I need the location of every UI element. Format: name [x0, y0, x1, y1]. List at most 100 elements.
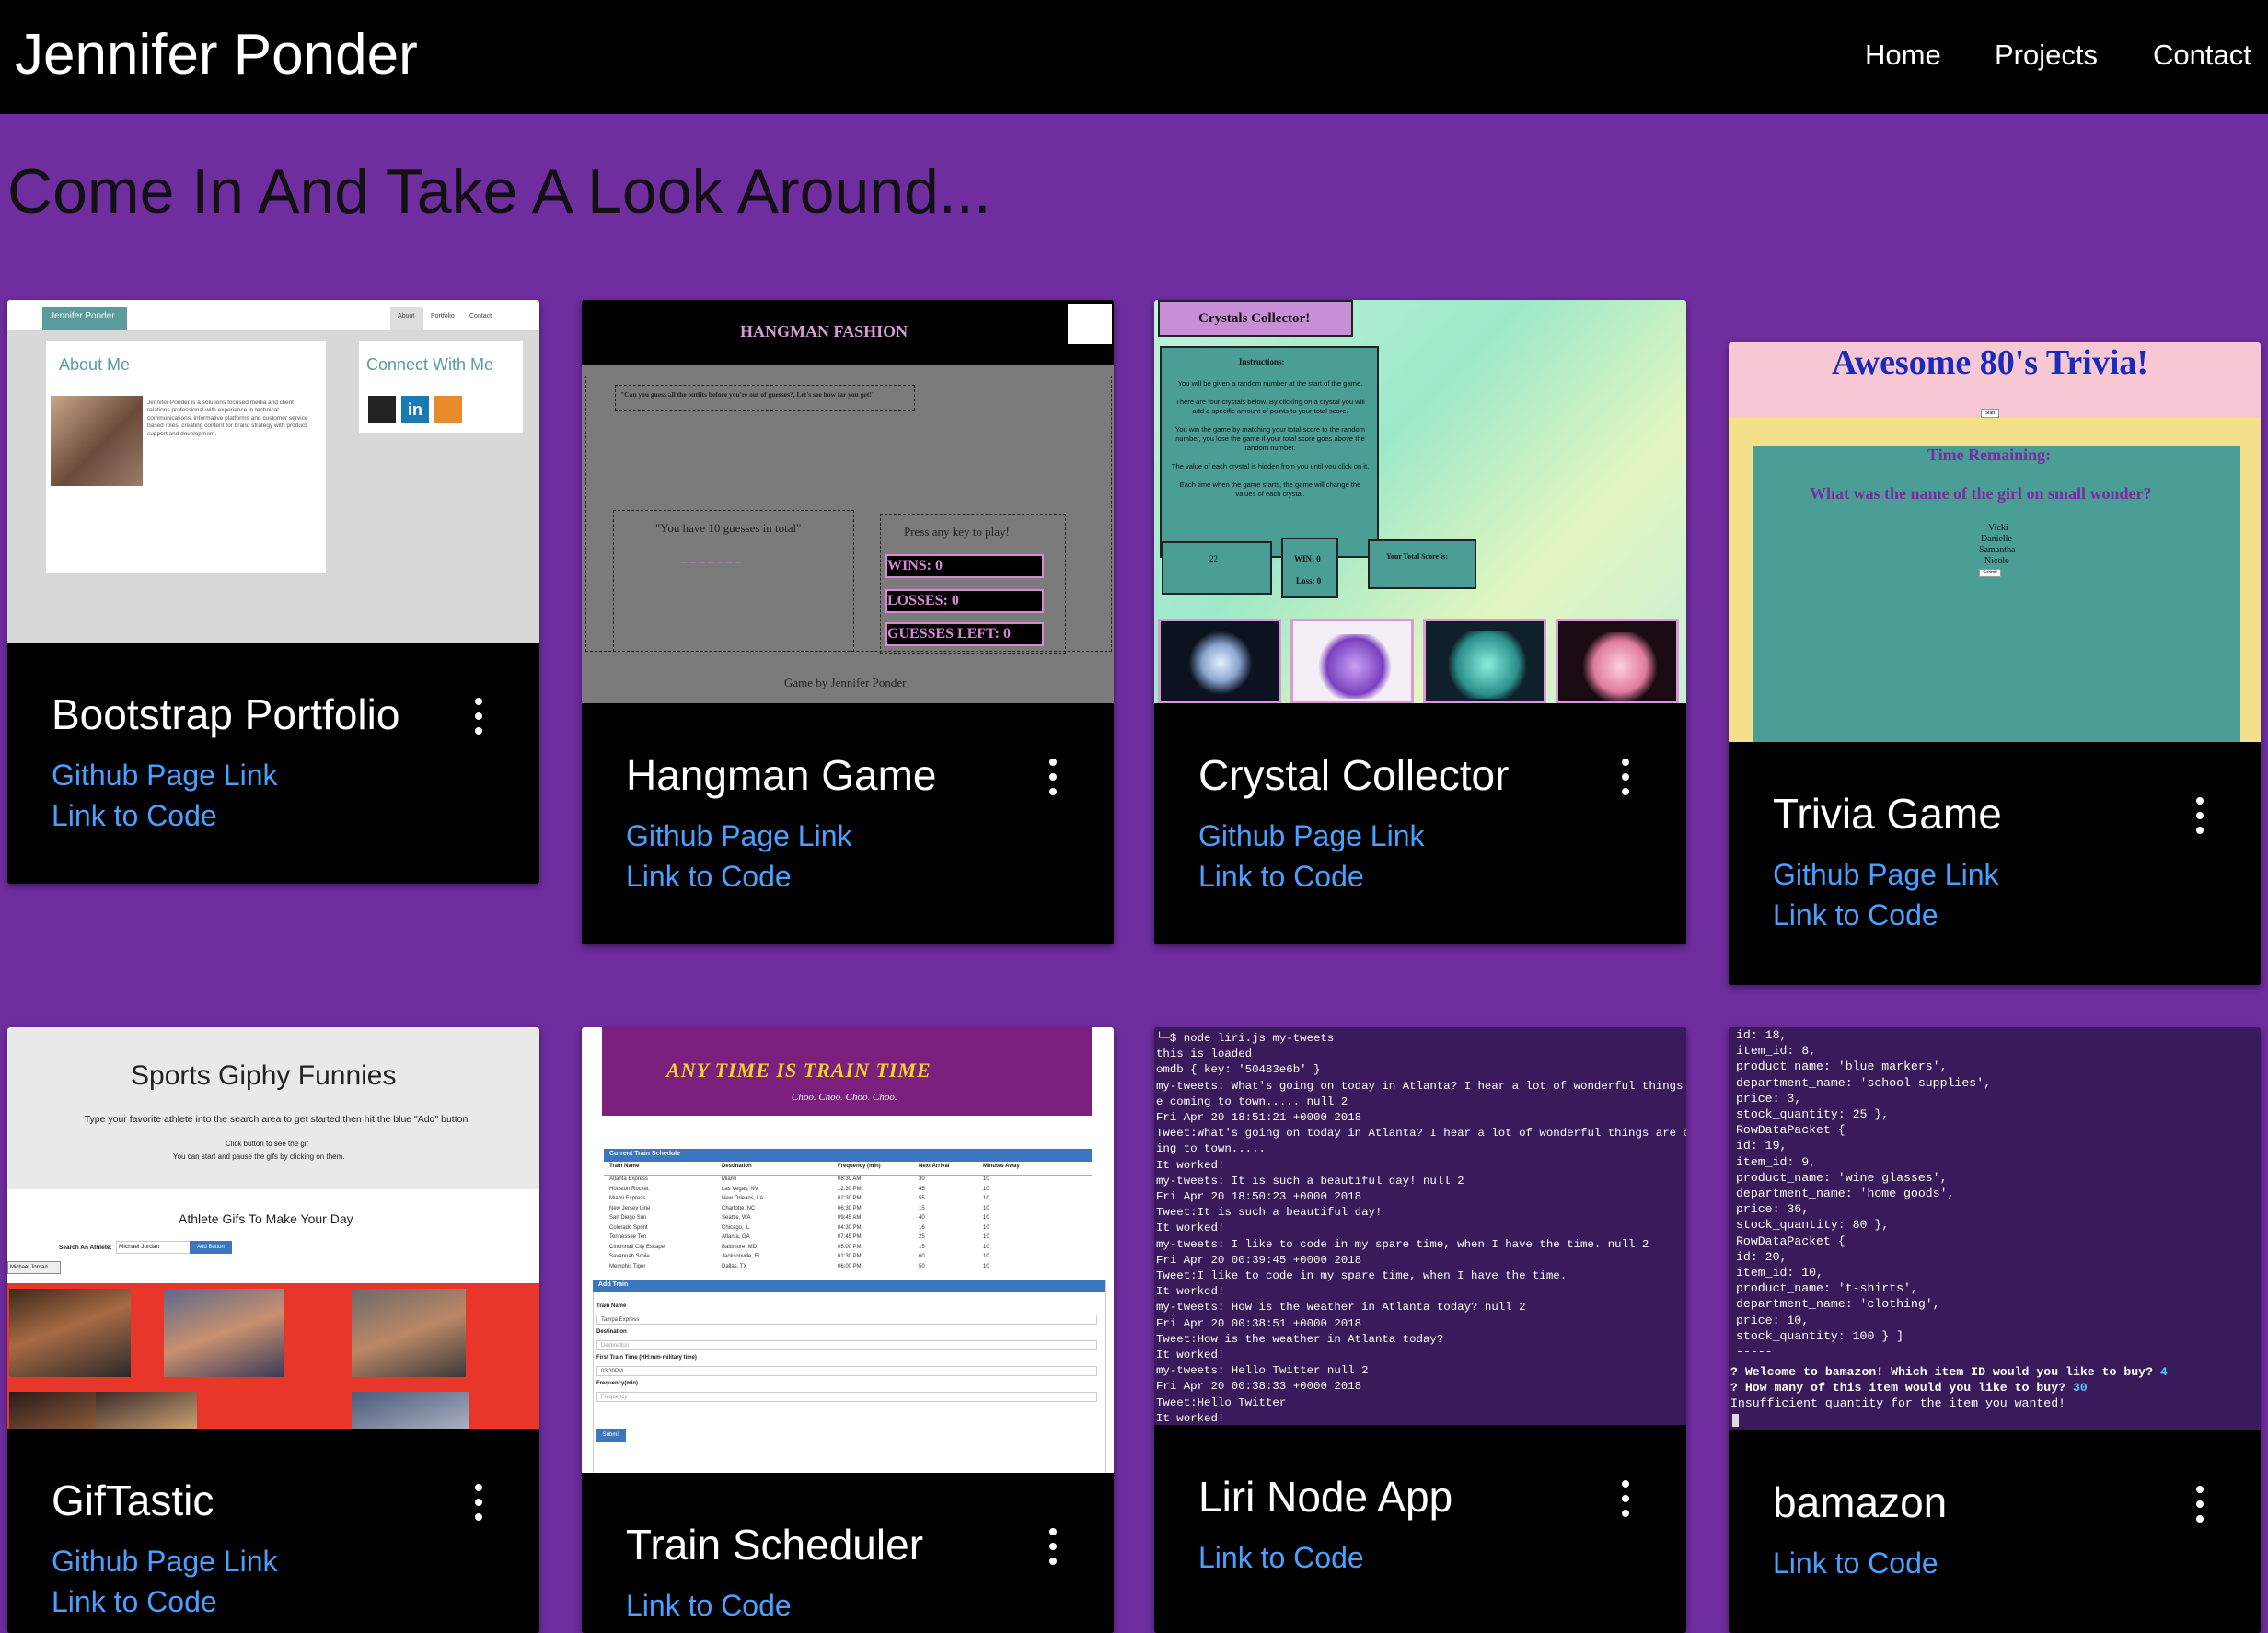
terminal-line: product_name: 't-shirts',	[1736, 1281, 1918, 1296]
github-page-link[interactable]: Github Page Link	[1198, 817, 1425, 854]
terminal-line: Fri Apr 20 00:39:45 +0000 2018	[1156, 1253, 1362, 1267]
table-cell: Chicago, IL	[722, 1224, 750, 1231]
profile-photo	[51, 396, 143, 486]
preview-giphy-add-button: Add Button	[190, 1241, 232, 1254]
more-options-icon[interactable]	[1049, 1528, 1057, 1565]
preview-giphy-chip: Michael Jordan	[7, 1261, 61, 1274]
terminal-line: price: 10,	[1736, 1313, 1810, 1327]
preview-crystal-target: 22	[1209, 554, 1218, 563]
terminal-line: item_id: 10,	[1736, 1266, 1823, 1280]
preview-train-scheduler[interactable]: ANY TIME IS TRAIN TIME Choo. Choo. Choo.…	[582, 1027, 1114, 1473]
preview-train-field-label: Train Name	[596, 1303, 627, 1309]
github-page-link[interactable]: Github Page Link	[1773, 856, 1999, 893]
table-cell: Charlotte, NC	[722, 1205, 756, 1211]
preview-crystal-wins: WIN: 0	[1294, 554, 1321, 563]
terminal-line: Fri Apr 20 00:38:33 +0000 2018	[1156, 1380, 1362, 1394]
code-link[interactable]: Link to Code	[1773, 897, 1938, 933]
preview-giftastic[interactable]: Sports Giphy Funnies Type your favorite …	[7, 1027, 539, 1429]
crystal-image-4[interactable]	[1556, 619, 1679, 703]
terminal-line: It worked!	[1156, 1411, 1225, 1425]
terminal-line: stock_quantity: 25 },	[1736, 1107, 1890, 1121]
table-cell: Atlanta, GA	[722, 1234, 750, 1240]
table-cell: New Orleans, LA	[722, 1196, 764, 1201]
terminal-line: id: 18,	[1736, 1028, 1788, 1042]
table-cell: 10	[983, 1215, 989, 1221]
preview-bootstrap-portfolio[interactable]: Jennifer Ponder About Portfolio Contact …	[7, 300, 539, 643]
github-page-link[interactable]: Github Page Link	[626, 817, 852, 854]
more-options-icon[interactable]	[2196, 797, 2204, 834]
table-cell: 25	[919, 1234, 925, 1240]
preview-train-field-input: Tampa Express	[596, 1315, 1097, 1325]
crystal-image-2[interactable]	[1290, 619, 1414, 703]
card-title: Crystal Collector	[1198, 751, 1510, 799]
terminal-line: Tweet:What's going on today in Atlanta? …	[1156, 1127, 1686, 1141]
table-header-cell: Destination	[722, 1164, 752, 1169]
table-cell: 04:30 PM	[838, 1224, 862, 1231]
terminal-line: department_name: 'home goods',	[1736, 1187, 1955, 1200]
preview-train-field-input: Frequency	[596, 1392, 1097, 1402]
github-page-link[interactable]: Github Page Link	[52, 757, 278, 793]
preview-trivia-option: Nicole	[1984, 556, 2009, 566]
table-cell: Seattle, WA	[722, 1215, 751, 1221]
card-title: Trivia Game	[1773, 790, 2002, 838]
preview-giphy-section: Athlete Gifs To Make Your Day	[179, 1211, 353, 1226]
preview-trivia-game[interactable]: Awesome 80's Trivia! Start Time Remainin…	[1729, 342, 2261, 742]
preview-hangman-blanks: _ _ _ _ _ _ _	[681, 550, 741, 564]
table-cell: 09:45 AM	[838, 1215, 862, 1221]
more-options-icon[interactable]	[1049, 759, 1057, 795]
code-link[interactable]: Link to Code	[626, 1587, 792, 1624]
preview-hangman-prompt: "Can you guess all the outfits before yo…	[620, 390, 875, 399]
terminal-line: Fri Apr 20 18:51:21 +0000 2018	[1156, 1111, 1362, 1124]
preview-bamazon[interactable]: id: 18, item_id: 8, product_name: 'blue …	[1729, 1027, 2261, 1430]
preview-train-schedule-head: Current Train Schedule	[609, 1151, 681, 1157]
terminal-line: item_id: 8,	[1736, 1044, 1817, 1059]
more-options-icon[interactable]	[2196, 1486, 2204, 1523]
table-cell: Las Vegas, NV	[722, 1186, 758, 1192]
more-options-icon[interactable]	[475, 1484, 482, 1521]
table-cell: Savannah Smile	[609, 1254, 650, 1259]
preview-trivia-question: What was the name of the girl on small w…	[1810, 484, 2152, 503]
table-cell: 10	[983, 1244, 989, 1250]
nav-projects[interactable]: Projects	[1995, 37, 2098, 74]
stackoverflow-icon	[434, 396, 462, 423]
card-title: Liri Node App	[1198, 1473, 1453, 1521]
nav-home[interactable]: Home	[1865, 37, 1941, 74]
code-link[interactable]: Link to Code	[1198, 1539, 1364, 1576]
github-icon	[368, 396, 396, 423]
terminal-line: item_id: 9,	[1736, 1154, 1817, 1169]
more-options-icon[interactable]	[475, 698, 482, 735]
code-link[interactable]: Link to Code	[52, 1583, 217, 1620]
preview-train-field-label: Destination	[596, 1329, 627, 1335]
table-cell: 10	[983, 1176, 989, 1182]
terminal-line: product_name: 'wine glasses',	[1736, 1170, 1948, 1185]
terminal-line: Tweet:How is the weather in Atlanta toda…	[1156, 1332, 1444, 1346]
more-options-icon[interactable]	[1622, 1480, 1629, 1517]
terminal-line: Fri Apr 20 00:38:51 +0000 2018	[1156, 1316, 1362, 1330]
more-options-icon[interactable]	[1622, 759, 1629, 795]
table-cell: 10	[983, 1205, 989, 1211]
preview-giphy-sub1: Type your favorite athlete into the sear…	[84, 1114, 469, 1125]
crystal-image-1[interactable]	[1158, 619, 1281, 703]
preview-liri-node-app[interactable]: └─$ node liri.js my-tweets this is loaded…	[1154, 1027, 1686, 1425]
table-header-cell: Minutes Away	[983, 1164, 1020, 1169]
table-cell: Tennessee Ten	[609, 1234, 647, 1240]
code-link[interactable]: Link to Code	[626, 858, 792, 895]
code-link[interactable]: Link to Code	[1773, 1545, 1938, 1581]
preview-nav-about: About	[398, 313, 415, 319]
code-link[interactable]: Link to Code	[52, 797, 217, 834]
crystal-image-3[interactable]	[1423, 619, 1546, 703]
code-link[interactable]: Link to Code	[1198, 858, 1364, 895]
table-cell: San Diego Sun	[609, 1215, 647, 1221]
card-title: GifTastic	[52, 1477, 214, 1524]
preview-about-text: Jennifer Ponder is a solutions focused m…	[147, 400, 308, 437]
preview-hangman-game[interactable]: HANGMAN FASHION "Can you guess all the o…	[582, 300, 1114, 703]
github-page-link[interactable]: Github Page Link	[52, 1543, 278, 1580]
preview-train-submit: Submit	[596, 1429, 626, 1442]
preview-crystal-collector[interactable]: Crystals Collector! Instructions: You wi…	[1154, 300, 1686, 703]
table-cell: 16	[919, 1224, 925, 1231]
brand-link[interactable]: Jennifer Ponder	[15, 20, 418, 90]
terminal-line: price: 3,	[1736, 1091, 1802, 1106]
linkedin-icon: in	[401, 396, 429, 423]
table-cell: 06:30 PM	[838, 1205, 862, 1211]
nav-contact[interactable]: Contact	[2153, 37, 2251, 74]
